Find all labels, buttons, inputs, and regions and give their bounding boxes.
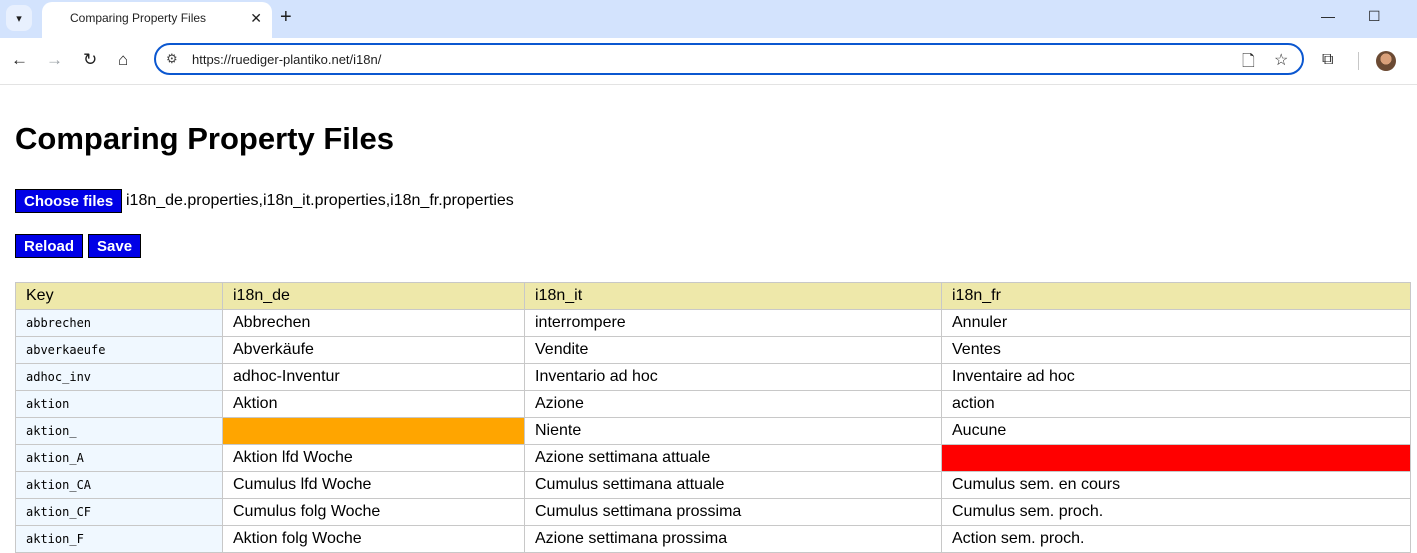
home-icon[interactable]: ⌂ — [118, 50, 128, 70]
key-cell: abbrechen — [15, 309, 223, 337]
fr-cell[interactable]: Ventes — [941, 336, 1411, 364]
key-cell: aktion_ — [15, 417, 223, 445]
minimize-icon[interactable]: — — [1321, 8, 1335, 24]
key-cell: adhoc_inv — [15, 363, 223, 391]
back-icon[interactable]: ← — [11, 50, 28, 70]
it-cell[interactable]: Azione — [524, 390, 942, 418]
de-cell[interactable]: Abbrechen — [222, 309, 525, 337]
it-cell[interactable]: Cumulus settimana prossima — [524, 498, 942, 526]
maximize-icon[interactable]: ☐ — [1368, 8, 1381, 25]
table-row: abbrechen Abbrechen interrompere Annuler — [15, 309, 1411, 337]
close-icon[interactable]: ✕ — [250, 10, 262, 27]
table-row: aktion_CA Cumulus lfd Woche Cumulus sett… — [15, 471, 1411, 499]
browser-tab[interactable]: Comparing Property Files ✕ — [42, 2, 272, 38]
new-tab-icon[interactable]: + — [280, 6, 292, 28]
toolbar-divider — [1358, 52, 1359, 70]
table-row: abverkaeufe Abverkäufe Vendite Ventes — [15, 336, 1411, 364]
de-cell[interactable]: adhoc-Inventur — [222, 363, 525, 391]
key-cell: aktion — [15, 390, 223, 418]
fr-cell[interactable]: Inventaire ad hoc — [941, 363, 1411, 391]
chevron-down-icon: ▾ — [16, 12, 22, 25]
page-content: Comparing Property Files Choose files i1… — [0, 85, 1417, 553]
it-cell[interactable]: Azione settimana prossima — [524, 525, 942, 553]
reload-icon[interactable]: ↻ — [83, 50, 97, 70]
extensions-icon[interactable]: ⧉ — [1322, 51, 1333, 69]
table-header-row: Key i18n_de i18n_it i18n_fr — [15, 282, 1411, 310]
fr-cell[interactable]: Cumulus sem. proch. — [941, 498, 1411, 526]
page-title: Comparing Property Files — [15, 121, 394, 156]
tab-search-button[interactable]: ▾ — [6, 5, 32, 31]
url-text[interactable]: https://ruediger-plantiko.net/i18n/ — [192, 52, 381, 67]
it-cell[interactable]: Cumulus settimana attuale — [524, 471, 942, 499]
it-cell[interactable]: Inventario ad hoc — [524, 363, 942, 391]
de-cell-missing[interactable] — [222, 417, 525, 445]
choose-files-button[interactable]: Choose files — [15, 189, 123, 213]
fr-cell[interactable]: Cumulus sem. en cours — [941, 471, 1411, 499]
table-row: adhoc_inv adhoc-Inventur Inventario ad h… — [15, 363, 1411, 391]
it-cell[interactable]: Azione settimana attuale — [524, 444, 942, 472]
de-cell[interactable]: Abverkäufe — [222, 336, 525, 364]
key-cell: aktion_CA — [15, 471, 223, 499]
address-bar[interactable]: ⚙ https://ruediger-plantiko.net/i18n/ 🗋 … — [154, 43, 1304, 75]
fr-cell[interactable]: Action sem. proch. — [941, 525, 1411, 553]
header-it: i18n_it — [524, 282, 942, 310]
key-cell: abverkaeufe — [15, 336, 223, 364]
it-cell[interactable]: Niente — [524, 417, 942, 445]
key-cell: aktion_A — [15, 444, 223, 472]
it-cell[interactable]: interrompere — [524, 309, 942, 337]
table-row: aktion_ Niente Aucune — [15, 417, 1411, 445]
table-row: aktion_CF Cumulus folg Woche Cumulus set… — [15, 498, 1411, 526]
bookmark-star-icon[interactable]: ☆ — [1274, 50, 1288, 70]
fr-cell[interactable]: Aucune — [941, 417, 1411, 445]
site-info-icon[interactable]: ⚙ — [166, 51, 178, 67]
fr-cell[interactable]: action — [941, 390, 1411, 418]
fr-cell-missing[interactable] — [941, 444, 1411, 472]
table-row: aktion Aktion Azione action — [15, 390, 1411, 418]
selected-files-text: i18n_de.properties,i18n_it.properties,i1… — [126, 192, 514, 209]
it-cell[interactable]: Vendite — [524, 336, 942, 364]
header-fr: i18n_fr — [941, 282, 1411, 310]
table-row: aktion_A Aktion lfd Woche Azione settima… — [15, 444, 1411, 472]
key-cell: aktion_F — [15, 525, 223, 553]
de-cell[interactable]: Aktion lfd Woche — [222, 444, 525, 472]
browser-toolbar: ← → ↻ ⌂ ⚙ https://ruediger-plantiko.net/… — [0, 38, 1417, 85]
de-cell[interactable]: Cumulus folg Woche — [222, 498, 525, 526]
profile-avatar[interactable] — [1376, 51, 1396, 71]
table-row: aktion_F Aktion folg Woche Azione settim… — [15, 525, 1411, 553]
page-icon[interactable]: 🗋 — [1242, 50, 1255, 77]
header-key: Key — [15, 282, 223, 310]
de-cell[interactable]: Aktion — [222, 390, 525, 418]
forward-icon[interactable]: → — [46, 50, 63, 70]
de-cell[interactable]: Aktion folg Woche — [222, 525, 525, 553]
header-de: i18n_de — [222, 282, 525, 310]
de-cell[interactable]: Cumulus lfd Woche — [222, 471, 525, 499]
save-button[interactable]: Save — [88, 234, 142, 258]
fr-cell[interactable]: Annuler — [941, 309, 1411, 337]
reload-button[interactable]: Reload — [15, 234, 84, 258]
tab-title: Comparing Property Files — [70, 11, 207, 25]
comparison-table: Key i18n_de i18n_it i18n_fr abbrechen Ab… — [15, 282, 1411, 553]
tab-strip: ▾ Comparing Property Files ✕ + — ☐ — [0, 0, 1417, 38]
key-cell: aktion_CF — [15, 498, 223, 526]
